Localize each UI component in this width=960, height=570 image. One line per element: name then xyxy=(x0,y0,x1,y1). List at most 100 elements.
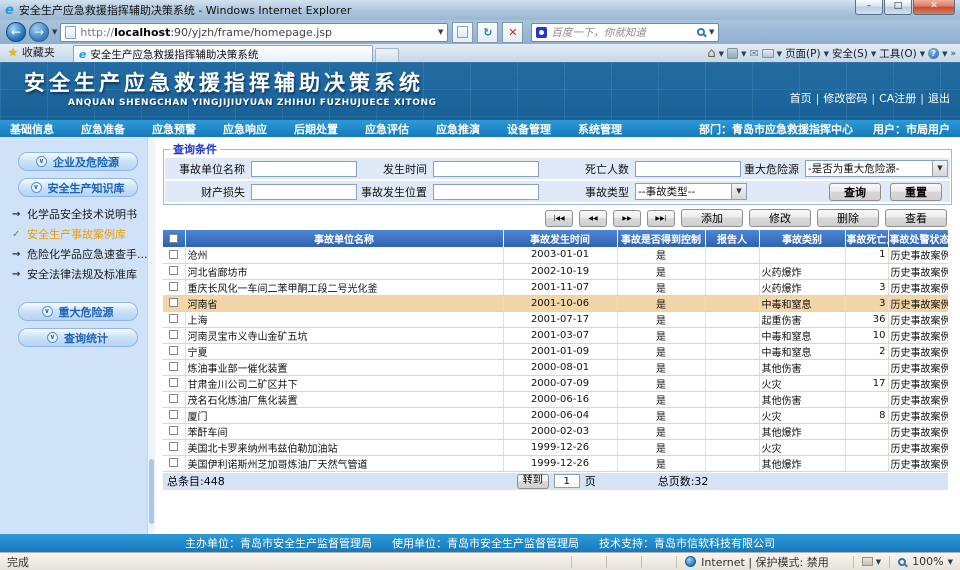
favorites-button[interactable]: ★ 收藏夹 xyxy=(4,44,63,62)
query-select[interactable]: --事故类型--▼ xyxy=(635,183,747,200)
table-row[interactable]: 河南省2001-10-06是中毒和窒息3历史事故案例 xyxy=(163,295,948,311)
search-dropdown-icon[interactable]: ▼ xyxy=(709,28,714,36)
help-dropdown-icon[interactable]: ▼ xyxy=(942,50,947,58)
forward-button[interactable]: → xyxy=(29,22,49,42)
browser-tab[interactable]: e 安全生产应急救援指挥辅助决策系统 xyxy=(73,45,373,62)
query-select[interactable]: -是否为重大危险源-▼ xyxy=(805,160,948,177)
table-row[interactable]: 甘肃金川公司二矿区井下2000-07-09是火灾17历史事故案例 xyxy=(163,375,948,391)
goto-button[interactable]: 转到 xyxy=(517,474,549,489)
row-checkbox[interactable] xyxy=(169,362,178,371)
next-page-button[interactable]: ▶▶ xyxy=(613,210,641,227)
delete-button[interactable]: 删除 xyxy=(817,209,879,227)
table-row[interactable]: 美国伊利诺斯州芝加哥炼油厂天然气管道1999-12-26是其他爆炸历史事故案例 xyxy=(163,455,948,471)
nav-item[interactable]: 后期处置 xyxy=(294,121,338,137)
row-checkbox[interactable] xyxy=(169,250,178,259)
table-row[interactable]: 厦门2000-06-04是火灾8历史事故案例 xyxy=(163,407,948,423)
row-checkbox[interactable] xyxy=(169,394,178,403)
close-button[interactable]: ✕ xyxy=(913,0,955,15)
modify-button[interactable]: 修改 xyxy=(749,209,811,227)
row-checkbox[interactable] xyxy=(169,442,178,451)
stop-button[interactable]: ✕ xyxy=(502,22,523,43)
nav-item[interactable]: 应急预警 xyxy=(152,121,196,137)
compatibility-view-button[interactable] xyxy=(452,22,473,43)
row-checkbox[interactable] xyxy=(169,410,178,419)
nav-item[interactable]: 设备管理 xyxy=(507,121,551,137)
protected-mode-icon[interactable] xyxy=(862,557,873,566)
menu-dropdown-icon[interactable]: ▼ xyxy=(920,50,925,58)
zoom-dropdown-icon[interactable]: ▼ xyxy=(948,558,953,566)
read-mail-icon[interactable]: ✉ xyxy=(749,47,758,60)
back-button[interactable]: ← xyxy=(6,22,26,42)
row-checkbox[interactable] xyxy=(169,330,178,339)
print-dropdown-icon[interactable]: ▼ xyxy=(777,50,782,58)
row-checkbox[interactable] xyxy=(169,314,178,323)
refresh-button[interactable]: ↻ xyxy=(477,22,498,43)
header-link[interactable]: 退出 xyxy=(928,90,950,106)
select-all-checkbox[interactable] xyxy=(169,234,178,243)
nav-item[interactable]: 应急响应 xyxy=(223,121,267,137)
table-row[interactable]: 重庆长风化一车间二苯甲酮工段二号光化釜2001-11-07是火药爆炸3历史事故案… xyxy=(163,279,948,295)
sidebar-group-button[interactable]: ∨企业及危险源 xyxy=(18,152,138,171)
table-row[interactable]: 河南灵宝市义寺山金矿五坑2001-03-07是中毒和窒息10历史事故案例 xyxy=(163,327,948,343)
menu-dropdown-icon[interactable]: ▼ xyxy=(824,50,829,58)
chevron-down-icon[interactable]: ▼ xyxy=(731,184,746,199)
nav-item[interactable]: 应急评估 xyxy=(365,121,409,137)
row-checkbox[interactable] xyxy=(169,266,178,275)
sidebar-scrollbar[interactable] xyxy=(147,137,155,534)
new-tab-button[interactable] xyxy=(375,48,399,62)
table-row[interactable]: 沧州2003-01-01是1历史事故案例 xyxy=(163,247,948,263)
sidebar-item[interactable]: →化学品安全技术说明书 xyxy=(12,204,155,224)
status-dropdown-icon[interactable]: ▼ xyxy=(876,558,881,566)
menu-dropdown-icon[interactable]: ▼ xyxy=(871,50,876,58)
query-input[interactable] xyxy=(251,184,357,200)
home-dropdown-icon[interactable]: ▼ xyxy=(719,50,724,58)
row-checkbox[interactable] xyxy=(169,458,178,467)
sidebar-item[interactable]: →安全法律法规及标准库 xyxy=(12,264,155,284)
print-icon[interactable] xyxy=(762,49,774,58)
sidebar-item[interactable]: ✓安全生产事故案例库 xyxy=(12,224,155,244)
table-row[interactable]: 宁夏2001-01-09是中毒和窒息2历史事故案例 xyxy=(163,343,948,359)
first-page-button[interactable]: |◀◀ xyxy=(545,210,573,227)
feeds-dropdown-icon[interactable]: ▼ xyxy=(741,50,746,58)
row-checkbox[interactable] xyxy=(169,298,178,307)
query-input[interactable] xyxy=(251,161,357,177)
maximize-button[interactable]: □ xyxy=(884,0,912,15)
home-icon[interactable]: ⌂ xyxy=(707,46,715,61)
sidebar-group-button[interactable]: ∨安全生产知识库 xyxy=(18,178,138,197)
minimize-button[interactable]: – xyxy=(855,0,883,15)
search-button[interactable]: 查询 xyxy=(829,183,881,201)
feeds-icon[interactable] xyxy=(727,48,738,59)
last-page-button[interactable]: ▶▶| xyxy=(647,210,675,227)
address-input[interactable]: http://localhost:90/yjzh/frame/homepage.… xyxy=(60,23,448,42)
table-row[interactable]: 茂名石化炼油厂焦化装置2000-06-16是其他伤害历史事故案例 xyxy=(163,391,948,407)
reset-button[interactable]: 重置 xyxy=(890,183,942,201)
add-button[interactable]: 添加 xyxy=(681,209,743,227)
row-checkbox[interactable] xyxy=(169,378,178,387)
search-icon[interactable] xyxy=(697,28,705,36)
row-checkbox[interactable] xyxy=(169,426,178,435)
page-input[interactable] xyxy=(554,474,580,488)
overflow-chevron-icon[interactable]: » xyxy=(950,49,956,59)
query-input[interactable] xyxy=(635,161,741,177)
address-dropdown-icon[interactable]: ▼ xyxy=(438,28,443,36)
view-button[interactable]: 查看 xyxy=(885,209,947,227)
table-row[interactable]: 河北省廊坊市2002-10-19是火药爆炸历史事故案例 xyxy=(163,263,948,279)
table-row[interactable]: 上海2001-07-17是起重伤害36历史事故案例 xyxy=(163,311,948,327)
menu-o[interactable]: 工具(O) xyxy=(879,46,916,61)
header-link[interactable]: CA注册 xyxy=(879,90,916,106)
search-box[interactable]: 百度一下，你就知道 ▼ xyxy=(531,23,719,42)
sidebar-group-button[interactable]: ∨重大危险源 xyxy=(18,302,138,321)
row-checkbox[interactable] xyxy=(169,282,178,291)
nav-item[interactable]: 基础信息 xyxy=(10,121,54,137)
menu-s[interactable]: 安全(S) xyxy=(832,46,868,61)
table-row[interactable]: 炼油事业部一催化装置2000-08-01是其他伤害历史事故案例 xyxy=(163,359,948,375)
nav-item[interactable]: 应急准备 xyxy=(81,121,125,137)
sidebar-item[interactable]: →危险化学品应急速查手... xyxy=(12,244,155,264)
header-link[interactable]: 首页 xyxy=(790,90,812,106)
help-icon[interactable]: ? xyxy=(928,48,939,59)
row-checkbox[interactable] xyxy=(169,346,178,355)
query-input[interactable] xyxy=(433,161,539,177)
nav-item[interactable]: 应急推演 xyxy=(436,121,480,137)
menu-p[interactable]: 页面(P) xyxy=(785,46,821,61)
chevron-down-icon[interactable]: ▼ xyxy=(932,161,947,176)
